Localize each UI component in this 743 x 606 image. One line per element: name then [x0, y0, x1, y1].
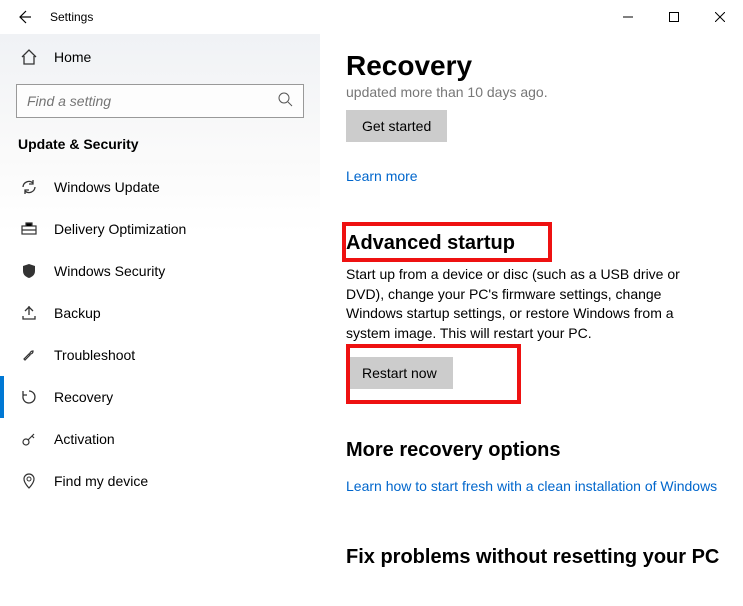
sidebar-item-label: Find my device — [54, 473, 148, 489]
home-icon — [20, 48, 38, 66]
sidebar-item-label: Recovery — [54, 389, 113, 405]
sidebar-item-delivery-optimization[interactable]: Delivery Optimization — [0, 208, 320, 250]
key-icon — [20, 430, 38, 448]
location-icon — [20, 472, 38, 490]
main-panel: Recovery updated more than 10 days ago. … — [320, 34, 743, 606]
shield-icon — [20, 262, 38, 280]
backup-icon — [20, 304, 38, 322]
sync-icon — [20, 178, 38, 196]
get-started-button[interactable]: Get started — [346, 110, 447, 142]
recovery-icon — [20, 388, 38, 406]
sidebar: Home Update & Security Windows Update De… — [0, 34, 320, 606]
sidebar-item-find-my-device[interactable]: Find my device — [0, 460, 320, 502]
sidebar-item-recovery[interactable]: Recovery — [0, 376, 320, 418]
reset-description-truncated: updated more than 10 days ago. — [346, 84, 743, 100]
sidebar-item-label: Windows Update — [54, 179, 160, 195]
sidebar-item-windows-update[interactable]: Windows Update — [0, 166, 320, 208]
sidebar-item-label: Backup — [54, 305, 101, 321]
sidebar-home[interactable]: Home — [0, 38, 320, 76]
maximize-button[interactable] — [651, 0, 697, 34]
sidebar-home-label: Home — [54, 49, 91, 65]
window-title: Settings — [50, 10, 93, 24]
back-button[interactable] — [16, 9, 32, 25]
page-title: Recovery — [346, 50, 743, 82]
search-box[interactable] — [16, 84, 304, 118]
sidebar-item-label: Troubleshoot — [54, 347, 135, 363]
wrench-icon — [20, 346, 38, 364]
sidebar-item-troubleshoot[interactable]: Troubleshoot — [0, 334, 320, 376]
sidebar-item-label: Delivery Optimization — [54, 221, 186, 237]
titlebar: Settings — [0, 0, 743, 34]
minimize-button[interactable] — [605, 0, 651, 34]
sidebar-item-windows-security[interactable]: Windows Security — [0, 250, 320, 292]
advanced-startup-description: Start up from a device or disc (such as … — [346, 265, 716, 343]
sidebar-item-label: Windows Security — [54, 263, 165, 279]
sidebar-item-label: Activation — [54, 431, 115, 447]
sidebar-item-activation[interactable]: Activation — [0, 418, 320, 460]
sidebar-item-backup[interactable]: Backup — [0, 292, 320, 334]
close-button[interactable] — [697, 0, 743, 34]
search-input[interactable] — [27, 93, 277, 109]
learn-more-link[interactable]: Learn more — [346, 168, 418, 184]
fix-problems-heading: Fix problems without resetting your PC — [346, 546, 743, 569]
start-fresh-link[interactable]: Learn how to start fresh with a clean in… — [346, 478, 717, 494]
advanced-startup-heading: Advanced startup — [346, 232, 743, 255]
sidebar-category: Update & Security — [0, 136, 320, 166]
restart-now-button[interactable]: Restart now — [346, 357, 453, 389]
delivery-icon — [20, 220, 38, 238]
more-recovery-options-heading: More recovery options — [346, 439, 743, 462]
search-icon — [277, 91, 293, 112]
